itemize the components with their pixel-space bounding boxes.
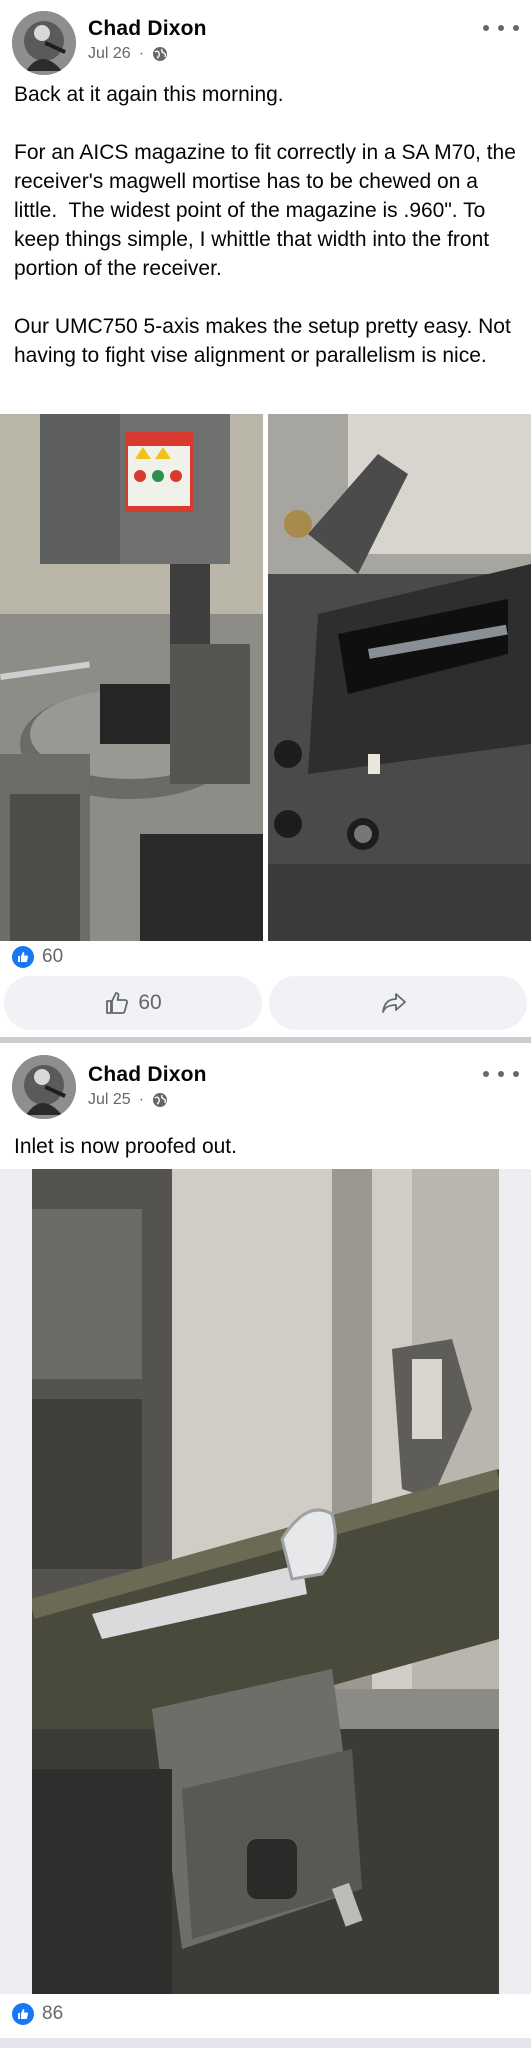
like-count: 60 [138, 991, 162, 1014]
reaction-count: 60 [42, 946, 64, 967]
like-button[interactable]: 60 [4, 976, 262, 1030]
reaction-summary[interactable]: 86 [12, 2003, 63, 2025]
photo-receiver-in-vise[interactable] [268, 414, 531, 941]
meta-separator: · [138, 45, 145, 62]
more-dots-icon[interactable] [483, 16, 519, 40]
share-arrow-icon [382, 993, 406, 1013]
photo-inlet-proofed[interactable] [0, 1169, 531, 1994]
post-1: Chad Dixon Jul 26 · Back at it again thi… [0, 0, 531, 1037]
post-text: Inlet is now proofed out. [14, 1135, 237, 1158]
post-meta: Jul 26 · [88, 45, 168, 63]
post-text: Back at it again this morning. For an AI… [14, 83, 516, 367]
more-dots-icon[interactable] [483, 1062, 519, 1086]
reaction-count: 86 [42, 2003, 64, 2024]
post-date[interactable]: Jul 26 [88, 45, 131, 63]
post-header: Chad Dixon Jul 25 · [0, 1043, 531, 1123]
globe-icon [152, 1092, 168, 1108]
post-date[interactable]: Jul 25 [88, 1091, 131, 1109]
post-actions: 60 [4, 976, 527, 1030]
photo-grid [0, 414, 531, 941]
post-meta: Jul 25 · [88, 1091, 168, 1109]
like-reaction-icon [12, 2003, 34, 2025]
next-action-bar-edge [0, 2038, 531, 2048]
thumbs-up-icon [106, 992, 129, 1014]
share-button[interactable] [269, 976, 527, 1030]
reaction-summary[interactable]: 60 [12, 946, 63, 968]
avatar[interactable] [12, 1055, 76, 1119]
photo-machine-table[interactable] [0, 414, 263, 941]
author-name[interactable]: Chad Dixon [88, 1063, 207, 1087]
like-reaction-icon [12, 946, 34, 968]
avatar[interactable] [12, 11, 76, 75]
author-name[interactable]: Chad Dixon [88, 17, 207, 41]
globe-icon [152, 46, 168, 62]
meta-separator: · [138, 1091, 145, 1108]
post-header: Chad Dixon Jul 26 · [0, 0, 531, 80]
post-2: Chad Dixon Jul 25 · Inlet is now proofed… [0, 1043, 531, 2048]
